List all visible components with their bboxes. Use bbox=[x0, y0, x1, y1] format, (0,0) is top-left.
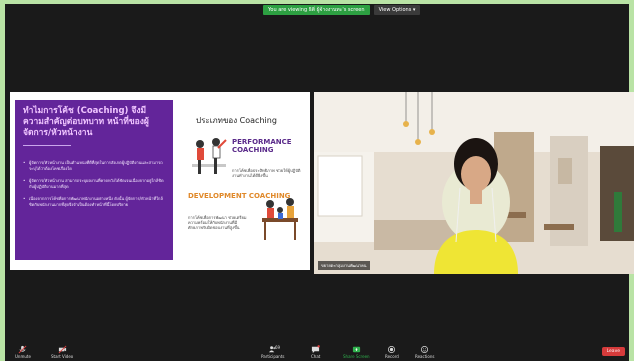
share-screen-icon bbox=[352, 346, 360, 353]
record-button[interactable]: Record bbox=[385, 345, 399, 359]
participants-count: 69 bbox=[275, 345, 281, 350]
slide-left-panel: ทำไมการโค้ช (Coaching) จึงมีความสำคัญต่อ… bbox=[15, 100, 173, 260]
meeting-toolbar: Unmute Start Video Participants 69 Chat … bbox=[5, 343, 629, 361]
slide-right-panel: ประเภทของ Coaching PERFORMANCE COACHING … bbox=[178, 100, 308, 260]
window-border bbox=[5, 0, 629, 4]
participant-video[interactable]: ขยายตะกลุมงานพัฒนาคน bbox=[314, 92, 634, 274]
slide-bullet: ผู้จัดการ/หัวหน้างาน สามารถระบุผลงานที่ค… bbox=[23, 178, 165, 190]
participant-name-tag: ขยายตะกลุมงานพัฒนาคน bbox=[318, 261, 370, 270]
reactions-label: Reactions bbox=[415, 354, 435, 359]
video-frame-image bbox=[314, 92, 634, 274]
smiley-icon bbox=[421, 345, 429, 354]
slide-bullet: เนื่องจากการโค้ชคือการพัฒนาพนักงานอย่างห… bbox=[23, 196, 165, 208]
slide-bullets: ผู้จัดการ/หัวหน้างาน เป็นตำแหน่งที่ดีที่… bbox=[23, 160, 165, 208]
camera-icon bbox=[58, 345, 67, 354]
chat-button[interactable]: Chat bbox=[311, 345, 320, 359]
unmute-button[interactable]: Unmute bbox=[15, 345, 31, 359]
start-video-button[interactable]: Start Video bbox=[51, 345, 73, 359]
slide-divider bbox=[23, 145, 71, 146]
slide-bullet: ผู้จัดการ/หัวหน้างาน เป็นตำแหน่งที่ดีที่… bbox=[23, 160, 165, 172]
zoom-window: You are viewing ธิติ่ ผู้จ้างงานทะ's scr… bbox=[0, 0, 634, 361]
viewing-notice: You are viewing ธิติ่ ผู้จ้างงานทะ's scr… bbox=[263, 5, 370, 15]
share-screen-button[interactable]: Share Screen bbox=[343, 345, 370, 359]
record-label: Record bbox=[385, 354, 399, 359]
chat-icon bbox=[312, 345, 320, 354]
performance-coaching-heading: PERFORMANCE COACHING bbox=[232, 138, 292, 154]
development-coaching-text: การโค้ชเพื่อการพัฒนา ช่วยเตรียมความพร้อม… bbox=[188, 215, 247, 230]
microphone-icon bbox=[19, 345, 27, 354]
record-icon bbox=[388, 345, 396, 354]
unmute-label: Unmute bbox=[15, 354, 31, 359]
coaching-types-title: ประเภทของ Coaching bbox=[196, 116, 277, 125]
participants-label: Participants bbox=[261, 354, 285, 359]
participants-button[interactable]: Participants bbox=[261, 345, 285, 359]
reactions-button[interactable]: Reactions bbox=[415, 345, 434, 359]
share-screen-label: Share Screen bbox=[343, 354, 370, 359]
view-options-button[interactable]: View Options ▾ bbox=[373, 5, 421, 15]
performance-illustration bbox=[192, 138, 227, 174]
performance-coaching-text: การโค้ชเพื่อประสิทธิภาพ ช่วยให้ผู้ปฏิบัต… bbox=[232, 168, 301, 178]
development-illustration bbox=[262, 198, 298, 240]
screen-share-banner: You are viewing ธิติ่ ผู้จ้างงานทะ's scr… bbox=[263, 5, 421, 15]
leave-button[interactable]: Leave bbox=[601, 347, 625, 356]
start-video-label: Start Video bbox=[51, 354, 74, 359]
shared-screen: ทำไมการโค้ช (Coaching) จึงมีความสำคัญต่อ… bbox=[10, 92, 310, 270]
chat-label: Chat bbox=[311, 354, 321, 359]
slide-title: ทำไมการโค้ช (Coaching) จึงมีความสำคัญต่อ… bbox=[23, 106, 149, 138]
